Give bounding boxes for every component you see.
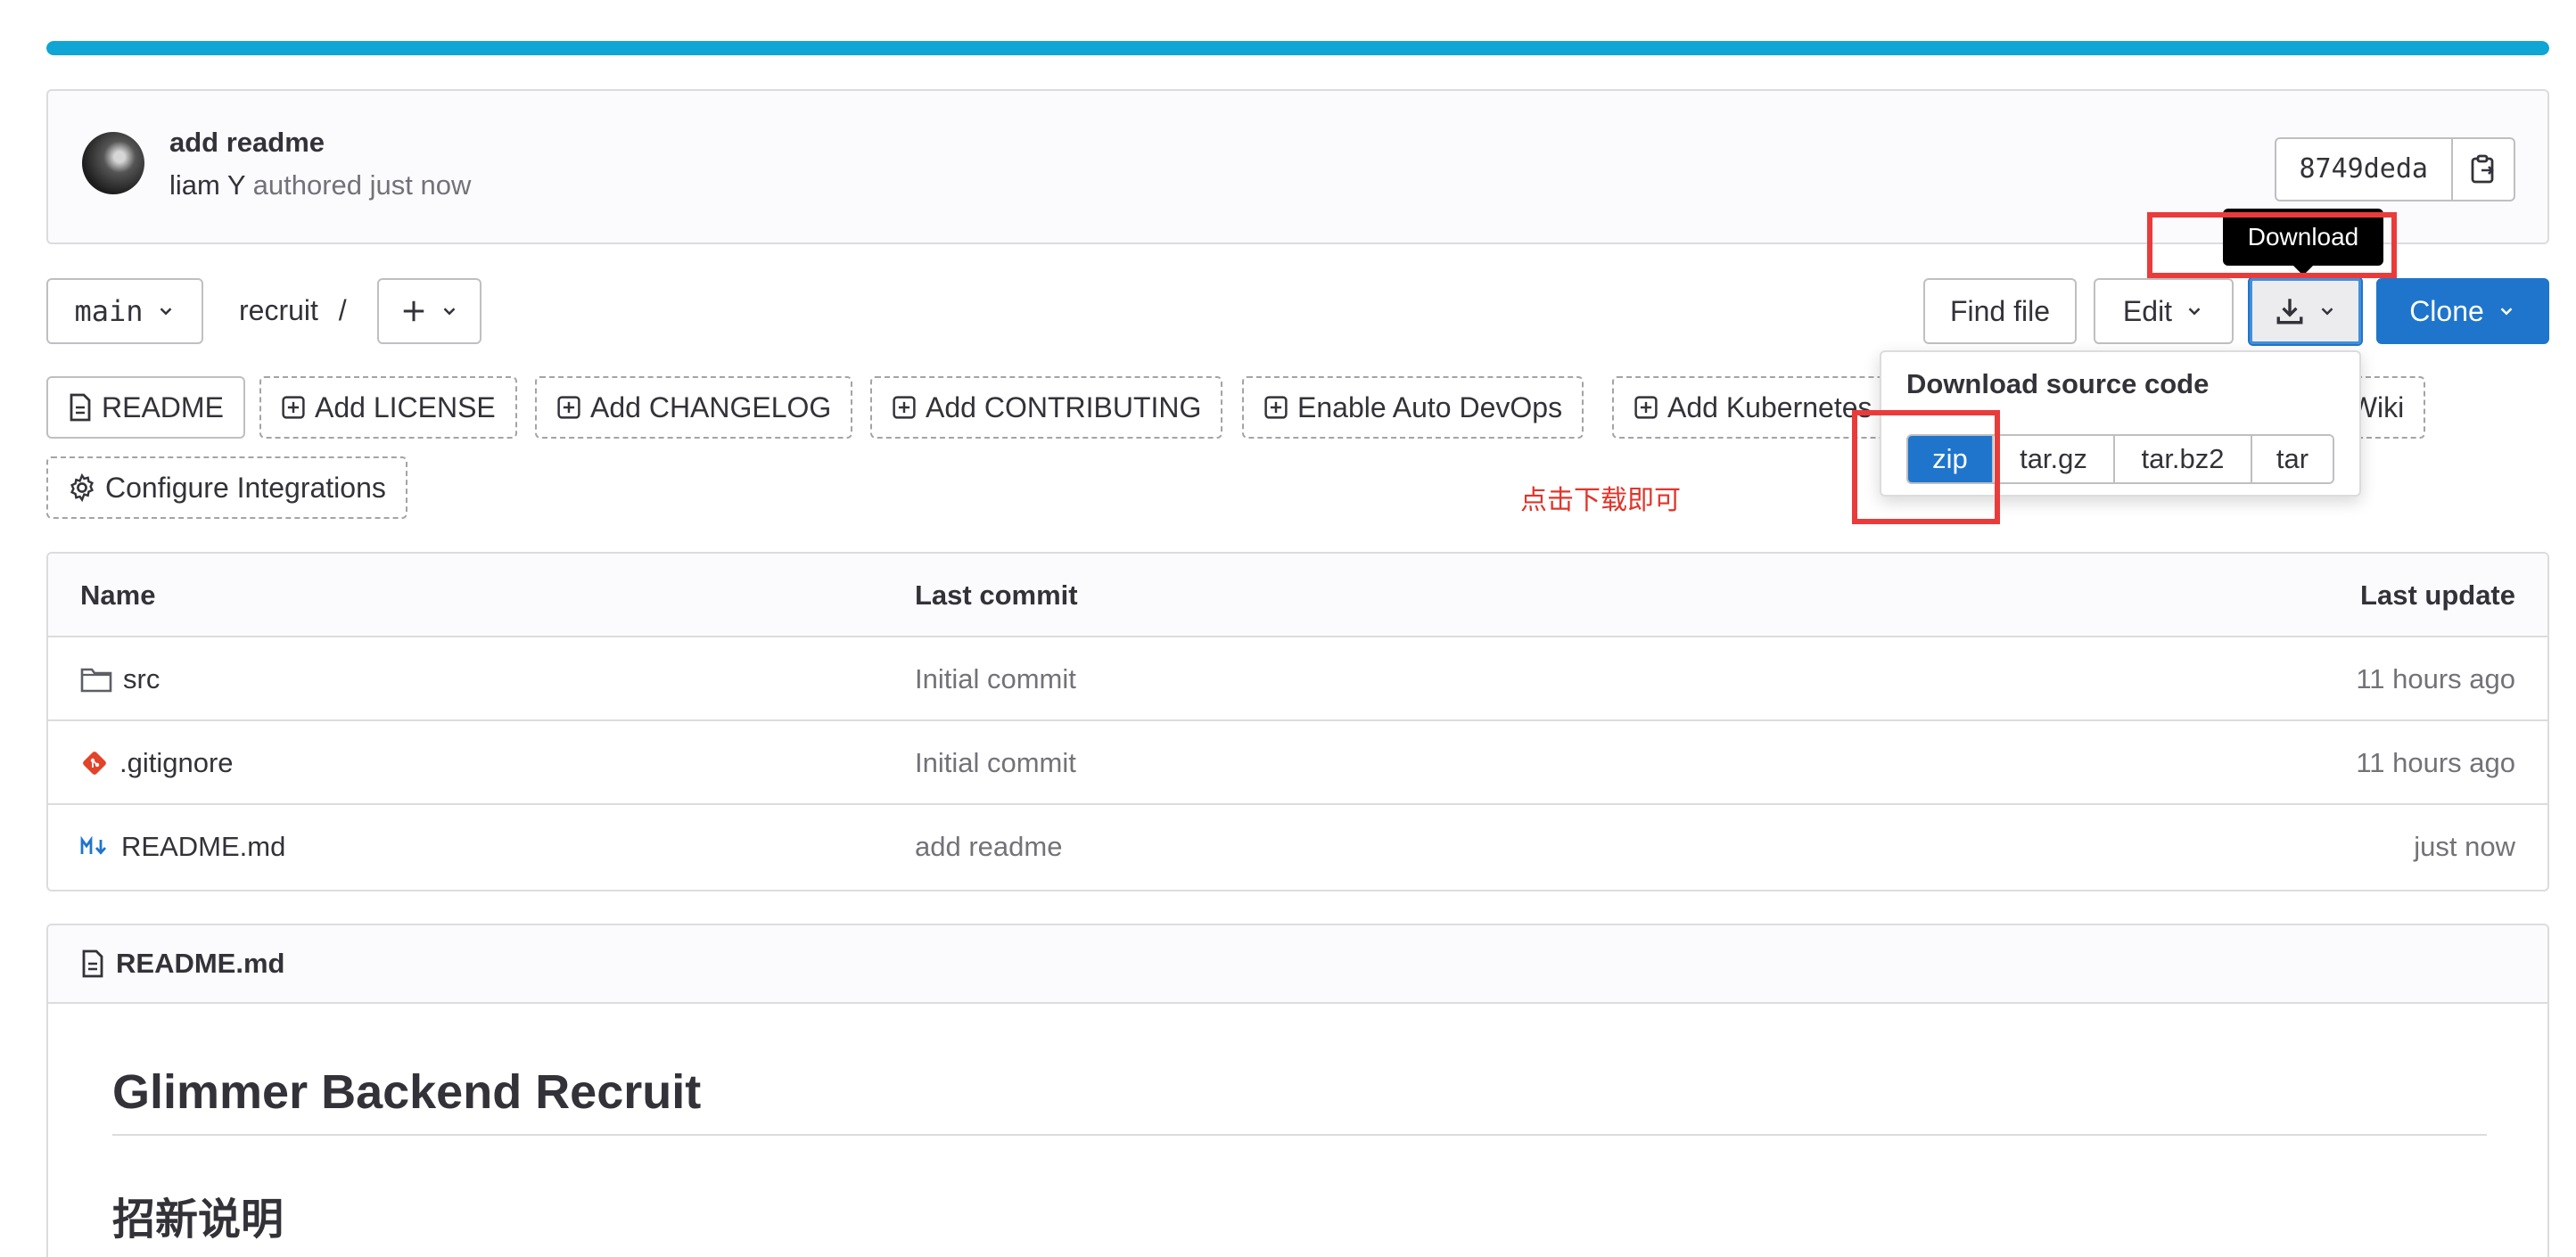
document-icon [70,393,91,422]
file-commit[interactable]: Initial commit [915,637,1076,721]
top-progress-bar [46,41,2549,55]
header-last-commit: Last commit [915,579,1078,611]
add-license-shortcut[interactable]: Add LICENSE [259,376,517,439]
commit-sha-group: 8749deda [2274,137,2515,201]
find-file-button[interactable]: Find file [1923,278,2077,344]
breadcrumb: recruit / [239,294,347,327]
plus-square-icon [893,396,916,419]
download-tar-button[interactable]: tar [2252,436,2333,482]
download-tarbz2-button[interactable]: tar.bz2 [2115,436,2252,482]
file-commit[interactable]: Initial commit [915,721,1076,805]
annotation-note: 点击下载即可 [1520,485,1681,516]
download-menu-title: Download source code [1906,368,2210,399]
annotation-box-download [2147,212,2397,278]
chevron-down-icon [2188,308,2201,316]
plus-icon [403,300,424,322]
avatar[interactable] [82,132,144,194]
edit-dropdown-button[interactable]: Edit [2094,278,2234,344]
plus-square-icon [282,396,305,419]
shortcut-label: Configure Integrations [105,471,386,504]
commit-author[interactable]: liam Y [169,169,245,201]
file-name-cell[interactable]: README.md [80,805,285,889]
table-row[interactable]: README.md add readme just now [48,805,2547,889]
readme-heading-1: Glimmer Backend Recruit [112,1064,2487,1136]
file-table: Name Last commit Last update src Initial… [46,552,2549,891]
download-dropdown-button[interactable] [2248,276,2363,346]
enable-auto-devops-shortcut[interactable]: Enable Auto DevOps [1242,376,1584,439]
git-icon [83,752,106,775]
folder-icon [80,668,112,693]
file-name-cell[interactable]: .gitignore [80,721,234,805]
header-name: Name [80,579,156,611]
file-updated: 11 hours ago [2356,663,2515,694]
copy-sha-button[interactable] [2453,139,2514,200]
file-updated: 11 hours ago [2356,747,2515,778]
branch-selector[interactable]: main [46,278,203,344]
readme-filename[interactable]: README.md [116,948,284,980]
breadcrumb-separator: / [338,294,347,326]
file-name[interactable]: src [123,663,160,695]
clone-label: Clone [2409,294,2484,327]
add-changelog-shortcut[interactable]: Add CHANGELOG [535,376,853,439]
file-commit[interactable]: add readme [915,805,1062,889]
readme-header: README.md [48,925,2547,1004]
plus-square-icon [1264,396,1288,419]
table-row[interactable]: .gitignore Initial commit 11 hours ago [48,721,2547,805]
download-icon [2276,299,2302,325]
progress-fill [46,41,2549,55]
chevron-down-icon [2321,308,2333,316]
shortcut-label: README [102,390,224,423]
file-name[interactable]: README.md [121,831,285,863]
branch-name: main [74,294,144,328]
clipboard-icon [2471,154,2494,184]
shortcut-label: Add CONTRIBUTING [926,390,1202,423]
commit-title[interactable]: add readme [169,127,325,159]
chevron-down-icon [443,308,455,316]
gear-icon [70,473,94,502]
shortcut-label: Add CHANGELOG [590,390,832,423]
breadcrumb-repo[interactable]: recruit [239,294,318,326]
add-to-tree-button[interactable] [377,278,481,344]
markdown-icon [80,836,107,855]
readme-heading-2: 招新说明 [112,1184,2487,1257]
file-name-cell[interactable]: src [80,637,160,721]
edit-label: Edit [2122,294,2173,327]
plus-square-icon [1634,396,1658,419]
table-row[interactable]: src Initial commit 11 hours ago [48,637,2547,721]
file-name[interactable]: .gitignore [119,747,234,779]
add-contributing-shortcut[interactable]: Add CONTRIBUTING [870,376,1223,439]
commit-meta: liam Y authored just now [169,169,471,201]
commit-authored-text: authored just now [252,169,472,201]
shortcut-label: Add LICENSE [315,390,496,423]
chevron-down-icon [160,308,171,316]
document-icon [82,949,103,978]
plus-square-icon [557,396,580,419]
commit-sha[interactable]: 8749deda [2276,139,2453,200]
readme-panel: README.md Glimmer Backend Recruit 招新说明 [46,924,2549,1257]
file-updated: just now [2414,831,2515,862]
download-targz-button[interactable]: tar.gz [1994,436,2115,482]
chevron-down-icon [2500,308,2513,316]
configure-integrations-shortcut[interactable]: Configure Integrations [46,456,407,519]
table-header: Name Last commit Last update [48,554,2547,637]
shortcut-label: Add Kubernetes [1667,390,1872,423]
shortcut-label: Enable Auto DevOps [1297,390,1563,423]
annotation-box-zip [1852,410,2000,524]
readme-shortcut[interactable]: README [46,376,245,439]
clone-dropdown-button[interactable]: Clone [2376,278,2549,344]
header-last-update: Last update [2360,579,2515,611]
